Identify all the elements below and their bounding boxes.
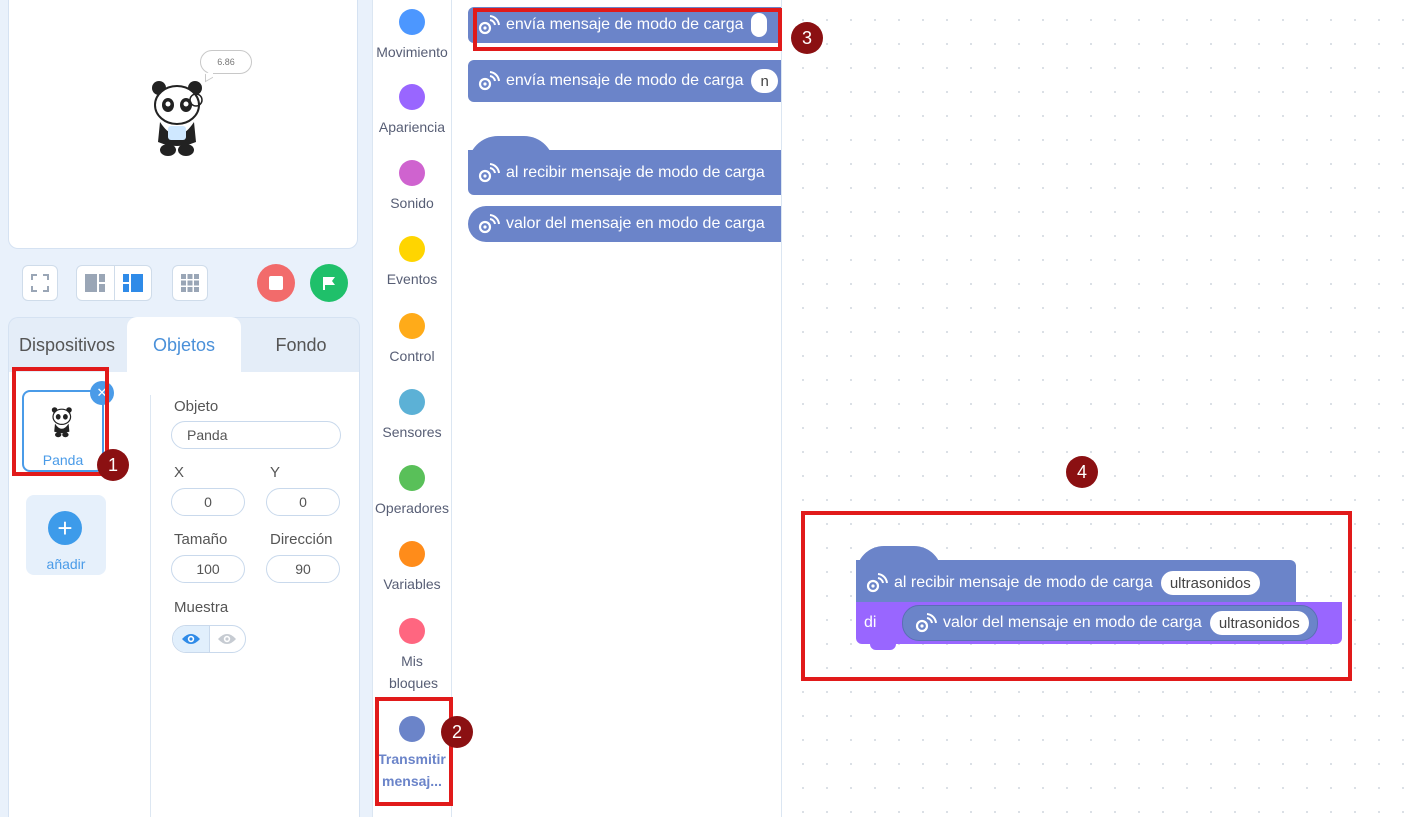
eye-closed-icon bbox=[218, 634, 237, 644]
category-label: Variables bbox=[383, 576, 441, 592]
stop-icon bbox=[269, 276, 283, 290]
panda-sprite[interactable] bbox=[150, 78, 210, 163]
grid-icon bbox=[181, 274, 199, 292]
small-stage-button[interactable] bbox=[77, 266, 115, 300]
category-looks[interactable]: Apariencia bbox=[372, 84, 452, 138]
tab-background[interactable]: Fondo bbox=[242, 317, 360, 373]
highlight-box-3 bbox=[473, 8, 782, 51]
category-sound[interactable]: Sonido bbox=[372, 160, 452, 214]
show-label: Muestra bbox=[174, 599, 229, 616]
size-input[interactable]: 100 bbox=[171, 555, 245, 583]
object-name-input[interactable]: Panda bbox=[171, 421, 341, 449]
fullscreen-icon bbox=[31, 274, 49, 292]
script-workspace[interactable] bbox=[783, 0, 1415, 817]
small-stage-icon bbox=[85, 274, 106, 292]
category-variables-dot bbox=[399, 541, 425, 567]
category-motion[interactable]: Movimiento bbox=[372, 9, 452, 63]
block-palette: envía mensaje de modo de carga envía men… bbox=[452, 0, 782, 817]
palette-block-send-message-2[interactable]: envía mensaje de modo de carga n bbox=[468, 60, 781, 102]
flag-icon bbox=[323, 277, 335, 290]
category-sensing[interactable]: Sensores bbox=[372, 389, 452, 443]
highlight-box-4 bbox=[801, 511, 1352, 681]
category-motion-dot bbox=[399, 9, 425, 35]
show-button[interactable] bbox=[173, 626, 210, 652]
fullscreen-button[interactable] bbox=[22, 265, 58, 301]
block-input[interactable]: n bbox=[751, 69, 778, 93]
step-badge-4: 4 bbox=[1066, 456, 1098, 488]
tab-devices[interactable]: Dispositivos bbox=[8, 317, 126, 373]
broadcast-icon bbox=[478, 71, 500, 91]
x-label: X bbox=[174, 464, 185, 481]
category-my-blocks[interactable]: Mis bloques bbox=[372, 618, 452, 694]
category-label: Eventos bbox=[386, 271, 438, 287]
stop-button[interactable] bbox=[257, 264, 295, 302]
category-events[interactable]: Eventos bbox=[372, 236, 452, 290]
visibility-toggle bbox=[172, 625, 246, 653]
eye-icon bbox=[181, 634, 200, 644]
category-label: Mis bloques bbox=[389, 653, 439, 691]
speech-bubble: 6.86 bbox=[200, 50, 252, 74]
step-badge-3: 3 bbox=[791, 22, 823, 54]
direction-label: Dirección bbox=[270, 531, 333, 548]
step-badge-2: 2 bbox=[441, 716, 473, 748]
palette-block-when-receive[interactable]: al recibir mensaje de modo de carga bbox=[468, 150, 781, 195]
category-label: Sonido bbox=[390, 195, 434, 211]
divider bbox=[150, 395, 151, 817]
object-label: Objeto bbox=[174, 398, 219, 415]
category-control[interactable]: Control bbox=[372, 313, 452, 367]
palette-block-message-value[interactable]: valor del mensaje en modo de carga bbox=[468, 206, 781, 242]
category-control-dot bbox=[399, 313, 425, 339]
broadcast-icon bbox=[478, 214, 500, 234]
size-label: Tamaño bbox=[174, 531, 228, 548]
category-label: Movimiento bbox=[376, 44, 448, 60]
stage-layout-toggle bbox=[76, 265, 152, 301]
step-badge-1: 1 bbox=[97, 449, 129, 481]
category-sound-dot bbox=[399, 160, 425, 186]
block-text: valor del mensaje en modo de carga bbox=[506, 215, 765, 232]
hide-button[interactable] bbox=[210, 626, 246, 652]
category-events-dot bbox=[399, 236, 425, 262]
highlight-box-2 bbox=[375, 697, 453, 806]
large-stage-icon bbox=[122, 274, 143, 292]
block-text: al recibir mensaje de modo de carga bbox=[506, 163, 765, 181]
plus-icon: + bbox=[48, 511, 82, 545]
category-variables[interactable]: Variables bbox=[372, 541, 452, 595]
add-sprite-label: añadir bbox=[46, 556, 86, 572]
green-flag-button[interactable] bbox=[310, 264, 348, 302]
tab-objects[interactable]: Objetos bbox=[127, 317, 241, 373]
category-label: Sensores bbox=[382, 424, 442, 440]
category-label: Control bbox=[389, 348, 435, 364]
category-operators-dot bbox=[399, 465, 425, 491]
broadcast-icon bbox=[478, 162, 500, 182]
grid-button[interactable] bbox=[172, 265, 208, 301]
block-text: envía mensaje de modo de carga bbox=[506, 72, 744, 89]
x-input[interactable]: 0 bbox=[171, 488, 245, 516]
category-label: Apariencia bbox=[378, 119, 446, 135]
y-label: Y bbox=[270, 464, 281, 481]
category-label: Operadores bbox=[375, 500, 449, 516]
y-input[interactable]: 0 bbox=[266, 488, 340, 516]
direction-input[interactable]: 90 bbox=[266, 555, 340, 583]
category-operators[interactable]: Operadores bbox=[372, 465, 452, 519]
category-looks-dot bbox=[399, 84, 425, 110]
category-sensing-dot bbox=[399, 389, 425, 415]
highlight-box-1 bbox=[12, 367, 109, 476]
large-stage-button[interactable] bbox=[115, 266, 152, 300]
category-my-blocks-dot bbox=[399, 618, 425, 644]
